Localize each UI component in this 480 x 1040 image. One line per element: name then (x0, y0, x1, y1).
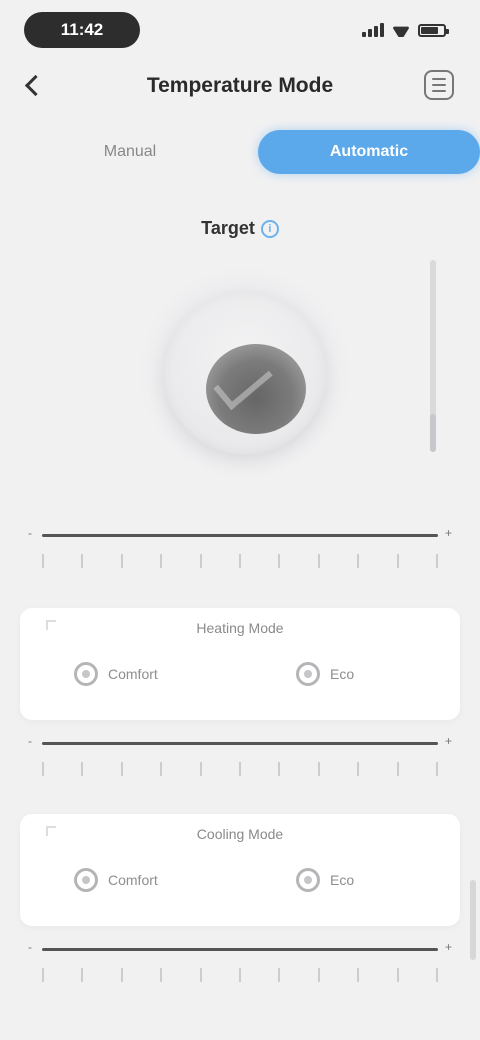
nav-bar: Temperature Mode (0, 62, 480, 108)
scale-line (42, 948, 438, 951)
option-label: Eco (330, 666, 355, 682)
option-label: Comfort (108, 666, 158, 682)
scale-line (42, 742, 438, 745)
battery-icon (418, 23, 449, 37)
signal-icon (362, 23, 384, 37)
temperature-scale-3[interactable]: - + (20, 936, 460, 998)
scale-max-label: + (444, 526, 452, 540)
scale-min-label: - (28, 940, 32, 954)
dial-ring (164, 292, 326, 454)
temperature-scale-2[interactable]: - + (20, 730, 460, 792)
menu-icon[interactable] (424, 70, 454, 100)
mode-segmented-control: Manual Automatic (20, 128, 480, 176)
cooling-mode-card: Cooling Mode Comfort Eco (20, 814, 460, 926)
vertical-slider[interactable] (430, 260, 436, 452)
scale-line (42, 534, 438, 537)
radio-icon[interactable] (74, 662, 98, 686)
scale-min-label: - (28, 526, 32, 540)
scale-ticks (42, 554, 438, 578)
option-comfort[interactable]: Comfort (74, 864, 158, 896)
option-eco[interactable]: Eco (296, 864, 354, 896)
wifi-icon (392, 23, 410, 37)
scale-max-label: + (444, 734, 452, 748)
temperature-dial[interactable] (140, 268, 350, 478)
info-icon[interactable]: i (260, 220, 279, 239)
radio-icon[interactable] (74, 868, 98, 892)
radio-icon[interactable] (296, 868, 320, 892)
status-bar: 11:42 (0, 0, 480, 56)
radio-icon[interactable] (296, 662, 320, 686)
target-label: Target (201, 218, 255, 238)
option-eco[interactable]: Eco (296, 658, 354, 690)
option-label: Comfort (108, 872, 158, 888)
card-title: Heating Mode (196, 620, 284, 636)
scale-max-label: + (444, 940, 452, 954)
scroll-indicator[interactable] (470, 880, 476, 960)
vertical-slider-fill (430, 413, 436, 452)
tab-manual[interactable]: Manual (20, 128, 240, 176)
status-icons (362, 20, 449, 40)
status-time: 11:42 (24, 12, 140, 48)
option-comfort[interactable]: Comfort (74, 658, 158, 690)
option-label: Eco (330, 872, 355, 888)
card-title: Cooling Mode (196, 826, 284, 842)
tab-automatic[interactable]: Automatic (258, 130, 480, 174)
scale-ticks (42, 762, 438, 786)
scale-min-label: - (28, 734, 32, 748)
heating-mode-card: Heating Mode Comfort Eco (20, 608, 460, 720)
scale-ticks (42, 968, 438, 992)
temperature-scale-1[interactable]: - + (20, 522, 460, 584)
page-title: Temperature Mode (146, 74, 334, 97)
target-label-row: Target i (0, 218, 480, 239)
